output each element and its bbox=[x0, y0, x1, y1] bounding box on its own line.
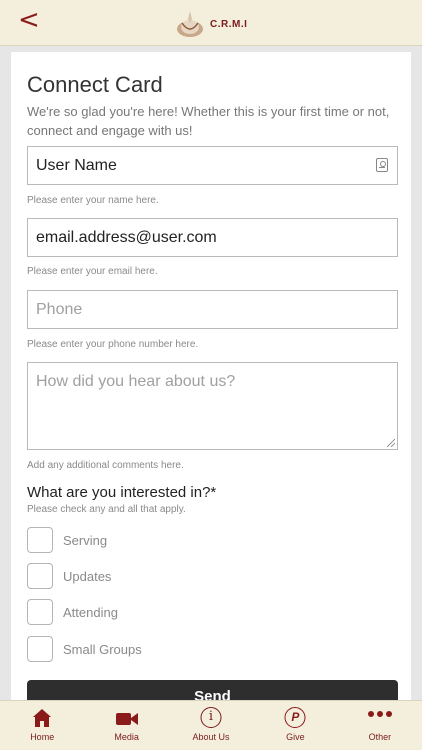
comments-hint: Add any additional comments here. bbox=[27, 460, 184, 471]
checkbox-row-serving[interactable]: Serving bbox=[27, 527, 107, 553]
info-icon: i bbox=[200, 707, 222, 728]
tab-label-home: Home bbox=[30, 732, 55, 742]
resize-handle-icon[interactable] bbox=[387, 439, 395, 447]
phone-field[interactable]: Phone bbox=[27, 290, 398, 329]
tab-other[interactable]: Other bbox=[338, 701, 422, 750]
checkbox-label-attending: Attending bbox=[63, 604, 118, 620]
interests-hint: Please check any and all that apply. bbox=[27, 504, 186, 515]
more-dots-icon bbox=[367, 711, 392, 717]
checkbox-row-attending[interactable]: Attending bbox=[27, 599, 118, 625]
interests-question: What are you interested in?* bbox=[27, 484, 217, 501]
email-field-value: email.address@user.com bbox=[36, 228, 217, 246]
video-camera-icon bbox=[115, 713, 138, 725]
email-field[interactable]: email.address@user.com bbox=[27, 218, 398, 257]
tab-label-media: Media bbox=[114, 732, 139, 742]
tab-label-about-us: About Us bbox=[192, 732, 230, 742]
logo-icon bbox=[177, 11, 203, 37]
comments-placeholder: How did you hear about us? bbox=[36, 373, 236, 390]
name-field[interactable]: User Name bbox=[27, 146, 398, 185]
tab-label-give: Give bbox=[286, 732, 305, 742]
email-hint: Please enter your email here. bbox=[27, 266, 158, 277]
give-icon: P bbox=[284, 707, 306, 728]
checkbox-serving[interactable] bbox=[27, 527, 53, 553]
checkbox-updates[interactable] bbox=[27, 563, 53, 589]
page-subtitle: We're so glad you're here! Whether this … bbox=[27, 104, 390, 138]
name-hint: Please enter your name here. bbox=[27, 195, 159, 206]
checkbox-label-updates: Updates bbox=[63, 568, 112, 584]
tab-give[interactable]: P Give bbox=[253, 701, 337, 750]
tab-about-us[interactable]: i About Us bbox=[169, 701, 253, 750]
tab-label-other: Other bbox=[368, 732, 392, 742]
phone-field-placeholder: Phone bbox=[36, 300, 83, 318]
back-button[interactable]: < bbox=[18, 7, 42, 33]
checkbox-attending[interactable] bbox=[27, 599, 53, 625]
logo-text: C.R.M.I bbox=[210, 18, 248, 30]
page-title: Connect Card bbox=[27, 72, 163, 97]
checkbox-label-small-groups: Small Groups bbox=[63, 641, 142, 657]
connect-card-form: Connect Card We're so glad you're here! … bbox=[11, 52, 411, 712]
tab-media[interactable]: Media bbox=[84, 701, 168, 750]
bottom-tab-bar: Home Media i About Us P Give Other bbox=[0, 700, 422, 750]
home-icon bbox=[33, 709, 52, 727]
comments-textarea[interactable]: How did you hear about us? bbox=[27, 362, 398, 450]
checkbox-row-small-groups[interactable]: Small Groups bbox=[27, 636, 142, 662]
phone-hint: Please enter your phone number here. bbox=[27, 339, 199, 350]
tab-home[interactable]: Home bbox=[0, 701, 84, 750]
contact-card-icon[interactable] bbox=[376, 158, 388, 172]
name-field-value: User Name bbox=[36, 156, 117, 174]
checkbox-label-serving: Serving bbox=[63, 532, 108, 548]
app-header: < C.R.M.I bbox=[0, 0, 422, 46]
checkbox-row-updates[interactable]: Updates bbox=[27, 563, 111, 589]
checkbox-small-groups[interactable] bbox=[27, 636, 53, 662]
app-logo: C.R.M.I bbox=[174, 8, 247, 40]
